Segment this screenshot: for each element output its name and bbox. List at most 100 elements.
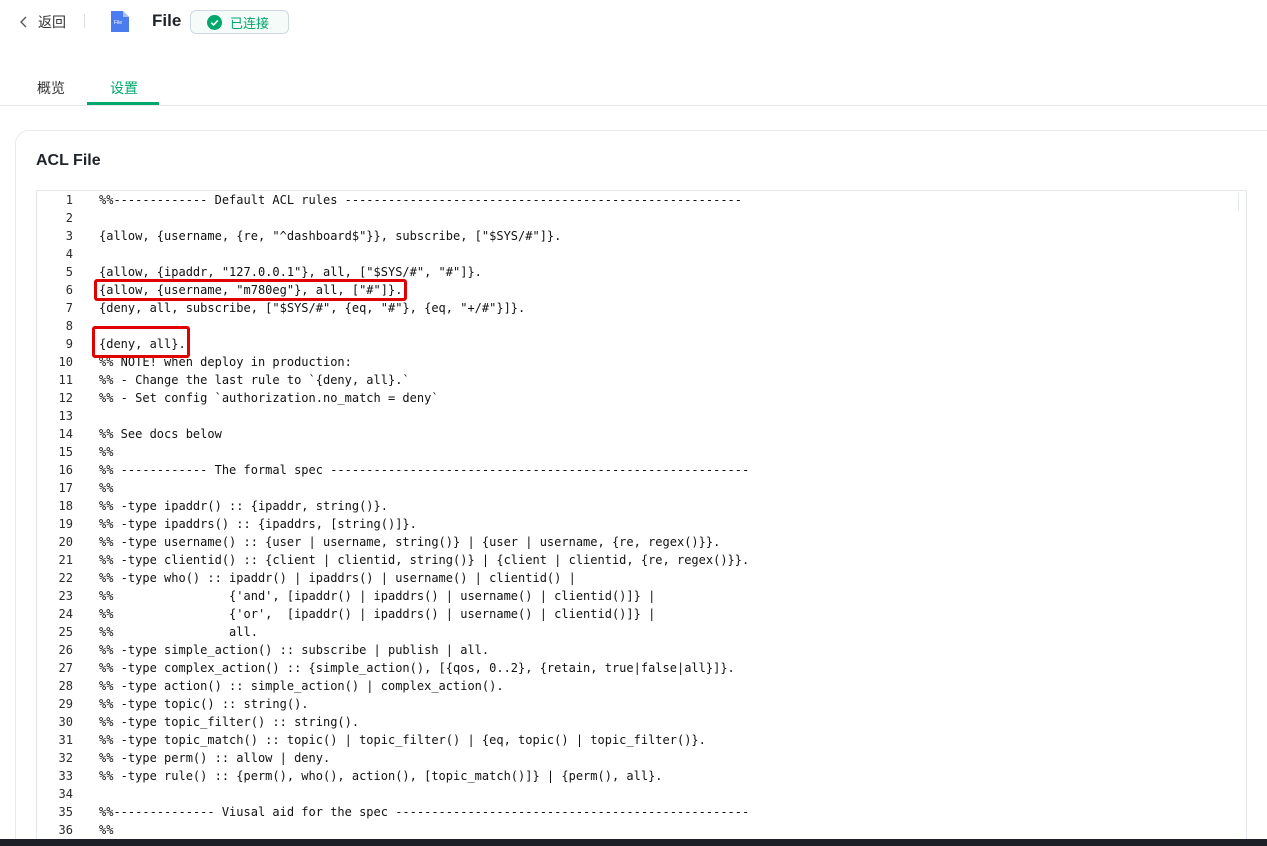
line-text[interactable]: %% -type username() :: {user | username,… xyxy=(99,533,720,551)
code-line[interactable]: 24 %% {'or', [ipaddr() | ipaddrs() | user… xyxy=(37,605,1246,623)
code-line[interactable]: 13 xyxy=(37,407,1246,425)
line-number: 16 xyxy=(58,463,73,477)
line-number: 10 xyxy=(58,355,73,369)
code-line[interactable]: 34 xyxy=(37,785,1246,803)
line-number: 9 xyxy=(65,337,73,351)
line-number: 19 xyxy=(58,517,73,531)
code-line[interactable]: 33 %% -type rule() :: {perm(), who(), act… xyxy=(37,767,1246,785)
line-text[interactable]: {deny, all, subscribe, ["$SYS/#", {eq, "… xyxy=(99,299,525,317)
tab-bar: 概览 设置 xyxy=(0,68,1267,106)
line-text[interactable]: %% -type topic_filter() :: string(). xyxy=(99,713,359,731)
line-number: 33 xyxy=(58,769,73,783)
line-text[interactable]: {allow, {username, {re, "^dashboard$"}},… xyxy=(99,227,561,245)
code-line[interactable]: 12 %% - Set config `authorization.no_matc… xyxy=(37,389,1246,407)
code-line[interactable]: 21 %% -type clientid() :: {client | clien… xyxy=(37,551,1246,569)
tab-settings[interactable]: 设置 xyxy=(110,78,138,98)
line-number: 32 xyxy=(58,751,73,765)
code-line[interactable]: 3 {allow, {username, {re, "^dashboard$"}}… xyxy=(37,227,1246,245)
line-text[interactable]: %% xyxy=(99,443,113,461)
code-line[interactable]: 27 %% -type complex_action() :: {simple_a… xyxy=(37,659,1246,677)
line-number: 34 xyxy=(58,787,73,801)
line-number: 24 xyxy=(58,607,73,621)
code-line[interactable]: 18 %% -type ipaddr() :: {ipaddr, string()… xyxy=(37,497,1246,515)
card-title: ACL File xyxy=(36,152,101,169)
code-line[interactable]: 8 xyxy=(37,317,1246,335)
line-number: 21 xyxy=(58,553,73,567)
top-bar: 返回 File File 已连接 xyxy=(0,0,1267,44)
line-text[interactable]: %% -type ipaddrs() :: {ipaddrs, [string(… xyxy=(99,515,417,533)
line-text[interactable]: %% {'and', [ipaddr() | ipaddrs() | usern… xyxy=(99,587,655,605)
line-text[interactable]: %% -type rule() :: {perm(), who(), actio… xyxy=(99,767,663,785)
line-number: 35 xyxy=(58,805,73,819)
line-text[interactable]: %% - Change the last rule to `{deny, all… xyxy=(99,371,410,389)
code-line[interactable]: 26 %% -type simple_action() :: subscribe … xyxy=(37,641,1246,659)
line-text[interactable]: {allow, {username, "m780eg"}, all, ["#"]… xyxy=(99,281,402,299)
line-text[interactable]: %% See docs below xyxy=(99,425,222,443)
line-text[interactable]: %% xyxy=(99,479,113,497)
code-line[interactable]: 14 %% See docs below xyxy=(37,425,1246,443)
line-number: 26 xyxy=(58,643,73,657)
line-number: 6 xyxy=(65,283,73,297)
code-line[interactable]: 1 %%------------- Default ACL rules -----… xyxy=(37,191,1246,209)
line-number: 20 xyxy=(58,535,73,549)
code-line[interactable]: 11 %% - Change the last rule to `{deny, a… xyxy=(37,371,1246,389)
line-text[interactable]: %% -type simple_action() :: subscribe | … xyxy=(99,641,489,659)
line-text[interactable]: {deny, all}. xyxy=(99,335,186,353)
line-text[interactable]: %% -type topic() :: string(). xyxy=(99,695,309,713)
code-line[interactable]: 25 %% all. xyxy=(37,623,1246,641)
line-number: 25 xyxy=(58,625,73,639)
code-line[interactable]: 9 {deny, all}. xyxy=(37,335,1246,353)
line-text[interactable]: %% all. xyxy=(99,623,258,641)
code-line[interactable]: 20 %% -type username() :: {user | usernam… xyxy=(37,533,1246,551)
code-line[interactable]: 6 {allow, {username, "m780eg"}, all, ["#"… xyxy=(37,281,1246,299)
code-line[interactable]: 32 %% -type perm() :: allow | deny. xyxy=(37,749,1246,767)
line-text[interactable]: %% -type ipaddr() :: {ipaddr, string()}. xyxy=(99,497,388,515)
line-text[interactable]: %% -type topic_match() :: topic() | topi… xyxy=(99,731,706,749)
divider xyxy=(84,14,85,28)
line-text[interactable]: %%-------------- Viusal aid for the spec… xyxy=(99,803,749,821)
code-line[interactable]: 7 {deny, all, subscribe, ["$SYS/#", {eq, … xyxy=(37,299,1246,317)
code-line[interactable]: 19 %% -type ipaddrs() :: {ipaddrs, [strin… xyxy=(37,515,1246,533)
code-line[interactable]: 31 %% -type topic_match() :: topic() | to… xyxy=(37,731,1246,749)
code-line[interactable]: 22 %% -type who() :: ipaddr() | ipaddrs()… xyxy=(37,569,1246,587)
line-text[interactable]: %%------------- Default ACL rules ------… xyxy=(99,191,742,209)
line-number: 14 xyxy=(58,427,73,441)
tab-overview[interactable]: 概览 xyxy=(37,78,65,98)
code-line[interactable]: 17%% xyxy=(37,479,1246,497)
code-line[interactable]: 35 %%-------------- Viusal aid for the sp… xyxy=(37,803,1246,821)
page-title: File xyxy=(152,11,182,30)
back-button[interactable]: 返回 xyxy=(16,12,66,32)
code-line[interactable]: 16 %% ------------ The formal spec ------… xyxy=(37,461,1246,479)
line-text[interactable]: %% - Set config `authorization.no_match … xyxy=(99,389,439,407)
code-line[interactable]: 10 %% NOTE! when deploy in production: xyxy=(37,353,1246,371)
status-text: 已连接 xyxy=(230,15,270,31)
code-line[interactable]: 15%% xyxy=(37,443,1246,461)
line-text[interactable]: %% NOTE! when deploy in production: xyxy=(99,353,352,371)
line-number: 27 xyxy=(58,661,73,675)
file-icon: File xyxy=(111,11,129,32)
code-line[interactable]: 4 xyxy=(37,245,1246,263)
line-number: 5 xyxy=(65,265,73,279)
code-line[interactable]: 30 %% -type topic_filter() :: string(). xyxy=(37,713,1246,731)
line-number: 15 xyxy=(58,445,73,459)
line-text[interactable]: %% -type who() :: ipaddr() | ipaddrs() |… xyxy=(99,569,576,587)
line-text[interactable]: %% -type action() :: simple_action() | c… xyxy=(99,677,504,695)
code-line[interactable]: 2 xyxy=(37,209,1246,227)
line-text[interactable]: %% -type perm() :: allow | deny. xyxy=(99,749,330,767)
code-line[interactable]: 5 {allow, {ipaddr, "127.0.0.1"}, all, ["$… xyxy=(37,263,1246,281)
code-line[interactable]: 28 %% -type action() :: simple_action() |… xyxy=(37,677,1246,695)
check-circle-icon xyxy=(207,14,222,30)
line-text[interactable]: %% ------------ The formal spec --------… xyxy=(99,461,749,479)
line-text[interactable]: {allow, {ipaddr, "127.0.0.1"}, all, ["$S… xyxy=(99,263,482,281)
code-line[interactable]: 29 %% -type topic() :: string(). xyxy=(37,695,1246,713)
line-text[interactable]: %% xyxy=(99,821,113,839)
line-number: 30 xyxy=(58,715,73,729)
file-icon-text: File xyxy=(114,20,122,26)
acl-code-editor[interactable]: 1 %%------------- Default ACL rules -----… xyxy=(36,190,1247,846)
code-line[interactable]: 36%% xyxy=(37,821,1246,839)
line-number: 1 xyxy=(65,193,73,207)
code-line[interactable]: 23 %% {'and', [ipaddr() | ipaddrs() | use… xyxy=(37,587,1246,605)
line-text[interactable]: %% {'or', [ipaddr() | ipaddrs() | userna… xyxy=(99,605,655,623)
line-text[interactable]: %% -type clientid() :: {client | clienti… xyxy=(99,551,749,569)
line-text[interactable]: %% -type complex_action() :: {simple_act… xyxy=(99,659,735,677)
